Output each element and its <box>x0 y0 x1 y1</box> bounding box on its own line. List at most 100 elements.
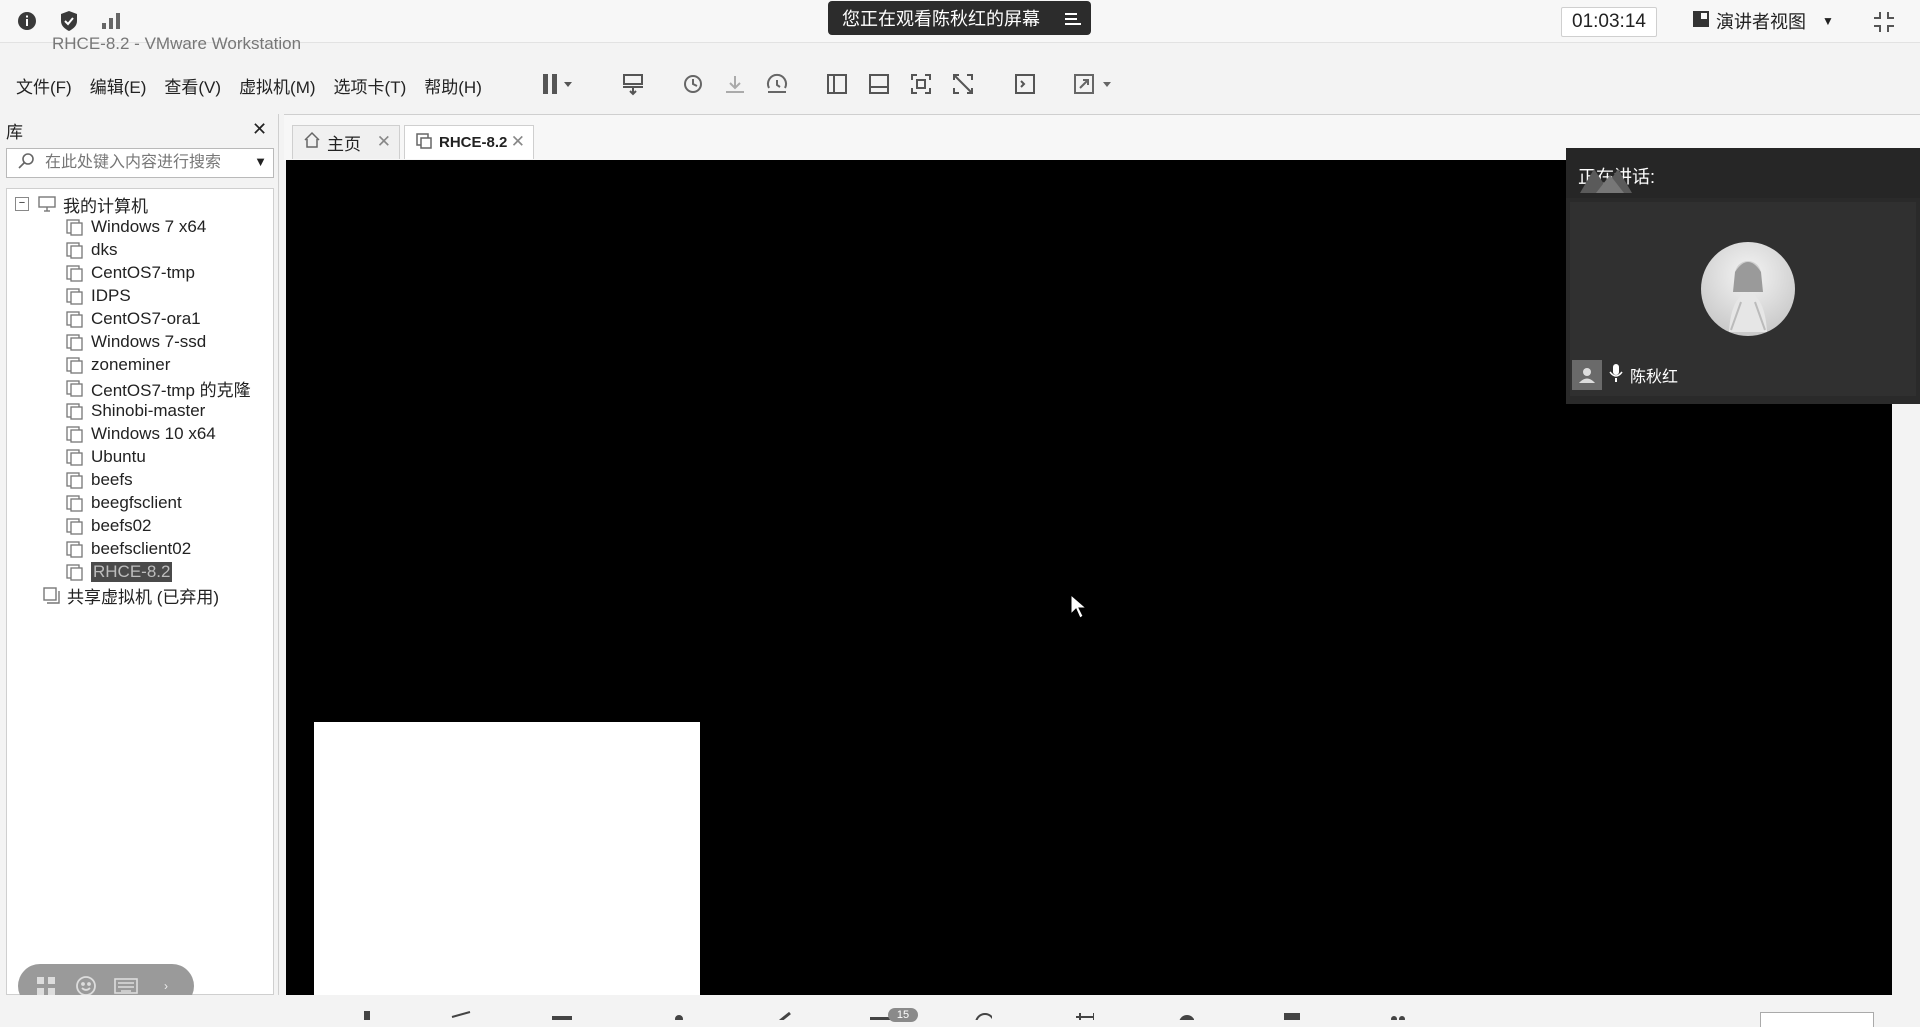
tree-shared-vms[interactable]: 共享虚拟机 (已弃用) <box>41 583 219 607</box>
vm-list-item[interactable]: Windows 7-ssd <box>65 330 206 354</box>
more-icon[interactable] <box>1384 1007 1406 1020</box>
vm-list-item[interactable]: Windows 7 x64 <box>65 215 206 239</box>
search-icon <box>17 152 35 175</box>
send-ctrl-alt-del-button[interactable] <box>618 70 648 102</box>
shared-vm-icon <box>41 585 61 605</box>
vm-list-item[interactable]: beefsclient02 <box>65 537 191 561</box>
stretch-guest-icon <box>1072 72 1116 101</box>
vm-list-item[interactable]: Windows 10 x64 <box>65 422 216 446</box>
speaker-panel: 正在讲话: 陈秋红 <box>1566 148 1920 404</box>
speaker-header: 正在讲话: <box>1566 148 1920 198</box>
thumbnail-bar-button[interactable] <box>864 70 894 102</box>
menu-tabs[interactable]: 选项卡(T) <box>325 73 416 98</box>
vm-icon <box>415 132 433 154</box>
tab-rhce[interactable]: RHCE-8.2 ✕ <box>404 125 534 159</box>
menu-view[interactable]: 查看(V) <box>155 73 230 98</box>
snapshot-manager-button[interactable] <box>762 70 792 102</box>
home-icon <box>303 131 321 154</box>
vm-list-item-label: IDPS <box>91 286 131 305</box>
info-icon[interactable] <box>16 10 38 32</box>
menu-edit[interactable]: 编辑(E) <box>81 73 156 98</box>
vm-list-item[interactable]: IDPS <box>65 284 131 308</box>
menu-help[interactable]: 帮助(H) <box>415 73 491 98</box>
vm-icon <box>65 401 85 421</box>
mic-icon[interactable] <box>356 1007 378 1020</box>
close-icon[interactable]: ✕ <box>252 119 267 140</box>
close-tab-icon[interactable]: ✕ <box>377 132 391 152</box>
show-library-button[interactable] <box>822 70 852 102</box>
unity-button[interactable] <box>948 70 978 102</box>
vm-list-item[interactable]: beefs02 <box>65 514 152 538</box>
vm-icon <box>65 516 85 536</box>
pause-button[interactable] <box>536 70 580 102</box>
tree-root[interactable]: − 我的计算机 <box>15 192 148 216</box>
share-banner-text: 您正在观看陈秋红的屏幕 <box>842 9 1040 29</box>
vm-list-item-label: RHCE-8.2 <box>91 562 173 582</box>
vm-list-item-label: Shinobi-master <box>91 401 206 420</box>
user-icon <box>1572 360 1602 390</box>
fullscreen-button[interactable] <box>906 70 936 102</box>
chat-icon[interactable] <box>776 1007 798 1020</box>
apps-icon[interactable] <box>1072 1007 1094 1020</box>
screen-share-banner[interactable]: 您正在观看陈秋红的屏幕 <box>828 1 1091 35</box>
vm-list-item-label: Windows 7 x64 <box>91 217 207 236</box>
search-input[interactable] <box>43 153 247 173</box>
console-view-button[interactable] <box>1010 70 1040 102</box>
tab-rhce-label: RHCE-8.2 <box>439 134 508 151</box>
library-panel: 库 ✕ ▼ − 我的计算机 Windows 7 x64 dks CentOS7-tm… <box>0 114 279 1008</box>
vm-list-item-label: CentOS7-tmp <box>91 263 195 282</box>
vm-list-item-label: Windows 10 x64 <box>91 424 216 443</box>
mic-icon <box>1608 363 1624 388</box>
vm-icon <box>65 562 85 582</box>
thumbnail-bar-icon <box>867 72 891 101</box>
send-keys-icon <box>621 72 645 101</box>
vm-icon <box>65 355 85 375</box>
vm-list-item-label: zoneminer <box>91 355 171 374</box>
tab-home[interactable]: 主页 ✕ <box>292 125 400 159</box>
vm-list-item[interactable]: zoneminer <box>65 353 170 377</box>
pause-icon <box>541 73 575 100</box>
vm-list-item[interactable]: Shinobi-master <box>65 399 205 423</box>
participants-icon[interactable] <box>668 1007 690 1020</box>
collapse-icon[interactable]: − <box>15 197 29 211</box>
presenter-view-button[interactable]: 演讲者视图 ▼ <box>1692 8 1834 34</box>
video-icon[interactable] <box>450 1007 472 1020</box>
menu-file[interactable]: 文件(F) <box>7 73 81 98</box>
record-icon[interactable] <box>868 1007 890 1020</box>
close-tab-icon[interactable]: ✕ <box>511 132 525 152</box>
vm-list-item-label: CentOS7-ora1 <box>91 309 201 328</box>
shield-icon[interactable] <box>58 10 80 32</box>
vm-list-item[interactable]: dks <box>65 238 117 262</box>
computer-icon <box>37 194 57 214</box>
vm-list-item[interactable]: CentOS7-tmp 的克隆 <box>65 376 251 400</box>
vm-icon <box>65 447 85 467</box>
settings-icon[interactable] <box>1172 1007 1194 1020</box>
speaker-video[interactable]: 陈秋红 <box>1570 202 1916 396</box>
vm-list-item-label: Ubuntu <box>91 447 146 466</box>
library-search: ▼ <box>6 148 274 178</box>
vm-icon <box>65 424 85 444</box>
vm-list-item[interactable]: beegfsclient <box>65 491 182 515</box>
library-title: 库 <box>6 123 23 142</box>
menu-vm[interactable]: 虚拟机(M) <box>230 73 324 98</box>
document-icon[interactable] <box>1278 1007 1300 1020</box>
vm-list-item-label: CentOS7-tmp 的克隆 <box>91 380 251 400</box>
vm-list-item[interactable]: CentOS7-ora1 <box>65 307 201 331</box>
vm-list-item[interactable]: Ubuntu <box>65 445 146 469</box>
share-menu-icon[interactable] <box>1065 10 1081 31</box>
presenter-view-icon <box>1692 10 1710 33</box>
signal-icon[interactable] <box>100 10 122 32</box>
revert-snapshot-button[interactable] <box>720 70 750 102</box>
vm-icon <box>65 217 85 237</box>
reactions-icon[interactable] <box>970 1007 992 1020</box>
take-snapshot-button[interactable] <box>678 70 708 102</box>
revert-snapshot-icon <box>723 72 747 101</box>
guest-window[interactable] <box>314 722 700 995</box>
chevron-down-icon[interactable]: ▼ <box>254 154 267 169</box>
vm-list-item[interactable]: beefs <box>65 468 133 492</box>
stretch-guest-button[interactable] <box>1070 70 1118 102</box>
share-screen-icon[interactable] <box>550 1007 572 1020</box>
tree-root-label: 我的计算机 <box>63 196 148 216</box>
vm-list-item[interactable]: CentOS7-tmp <box>65 261 195 285</box>
vm-list-item[interactable]: RHCE-8.2 <box>65 560 173 584</box>
